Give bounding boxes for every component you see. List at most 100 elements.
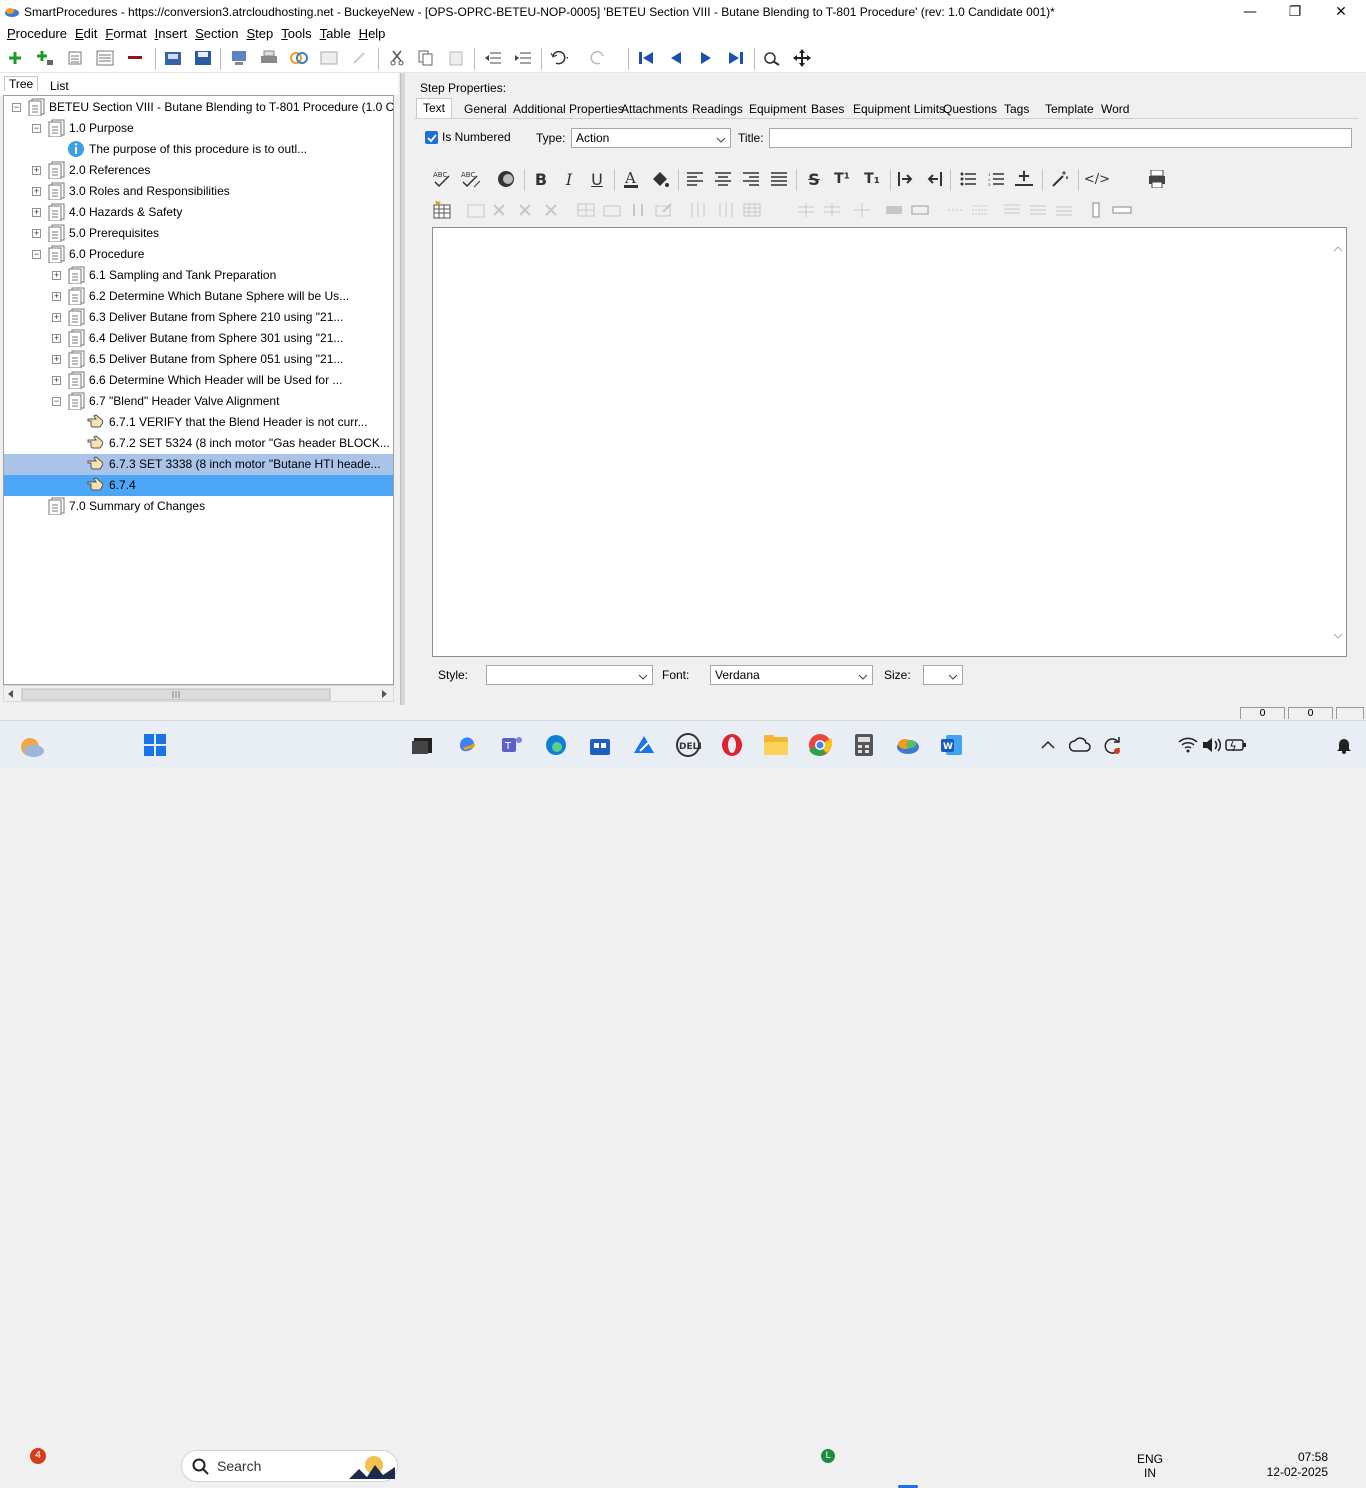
language-indicator[interactable]: ENG IN <box>1136 1452 1164 1480</box>
tree-node[interactable]: +3.0 Roles and Responsibilities <box>4 181 393 202</box>
insert-column-left-disabled-icon[interactable] <box>688 200 708 220</box>
highlight-icon[interactable] <box>495 168 517 190</box>
align-right-icon[interactable] <box>740 168 762 190</box>
minimize-button[interactable]: — <box>1227 0 1273 23</box>
store-icon[interactable] <box>586 731 614 759</box>
tab-questions[interactable]: Questions <box>943 102 997 116</box>
tree-node[interactable]: +6.3 Deliver Butane from Sphere 210 usin… <box>4 307 393 328</box>
tab-template[interactable]: Template <box>1045 102 1094 116</box>
insert-break-icon[interactable] <box>1013 168 1035 190</box>
indent-icon[interactable] <box>514 50 532 66</box>
superscript-button[interactable]: T¹ <box>831 168 853 190</box>
undo-icon[interactable] <box>550 50 568 66</box>
redo-icon[interactable] <box>588 50 606 66</box>
taskbar-search-box[interactable]: Search <box>181 1450 398 1482</box>
chrome-icon[interactable] <box>806 731 834 759</box>
tree-node[interactable]: − 6.7 "Blend" Header Valve Alignment <box>4 391 393 412</box>
align-left-icon[interactable] <box>684 168 706 190</box>
paste-icon[interactable] <box>447 50 465 66</box>
restore-button[interactable]: ❐ <box>1272 0 1318 23</box>
tree-node[interactable]: − BETEU Section VIII - Butane Blending to… <box>4 97 393 118</box>
battery-icon[interactable] <box>1222 731 1250 759</box>
cell-props-disabled-icon[interactable] <box>576 200 596 220</box>
menu-help[interactable]: Help <box>355 26 390 41</box>
edit-cell-disabled-icon[interactable] <box>654 200 674 220</box>
tree-node[interactable]: +2.0 References <box>4 160 393 181</box>
cell-align-middle-disabled-icon[interactable] <box>1028 200 1048 220</box>
publish-icon[interactable] <box>230 50 248 66</box>
teams-icon[interactable]: T <box>498 731 526 759</box>
tab-attachments[interactable]: Attachments <box>621 102 688 116</box>
fill-color-icon[interactable] <box>649 168 671 190</box>
outline-icon[interactable] <box>96 50 114 66</box>
table-props-disabled-icon[interactable] <box>466 200 486 220</box>
tree-node[interactable]: The purpose of this procedure is to outl… <box>4 139 393 160</box>
outdent-icon[interactable] <box>484 50 502 66</box>
tree-node[interactable]: 6.7.2 SET 5324 (8 inch motor "Gas header… <box>4 433 393 454</box>
weather-icon[interactable] <box>18 731 46 759</box>
cut-icon[interactable] <box>388 50 406 66</box>
show-hidden-icons-chevron-icon[interactable] <box>1034 731 1062 759</box>
increase-indent-icon[interactable] <box>895 168 917 190</box>
type-select[interactable]: Action <box>571 128 731 148</box>
notification-bell-icon[interactable] <box>1330 731 1358 759</box>
magic-wand-icon[interactable] <box>1049 168 1071 190</box>
tab-tree[interactable]: Tree <box>4 76 39 91</box>
spellcheck-icon[interactable]: ABC <box>432 168 454 190</box>
tab-additional-properties[interactable]: Additional Properties <box>513 102 624 116</box>
procedure-tree[interactable]: − BETEU Section VIII - Butane Blending to… <box>3 95 394 685</box>
menu-section[interactable]: Section <box>191 26 242 41</box>
expand-icon[interactable]: + <box>32 166 41 175</box>
cell-align-top-disabled-icon[interactable] <box>1002 200 1022 220</box>
strikethrough-button[interactable]: S <box>803 168 825 190</box>
align-center-icon[interactable] <box>712 168 734 190</box>
justify-icon[interactable] <box>768 168 790 190</box>
last-step-icon[interactable] <box>727 50 745 66</box>
copilot-icon[interactable] <box>454 731 482 759</box>
editor-vertical-scrollbar[interactable] <box>1330 228 1346 656</box>
word-icon[interactable]: W <box>938 731 966 759</box>
move-icon[interactable] <box>793 49 811 67</box>
tab-list[interactable]: List <box>50 79 69 93</box>
tab-tags[interactable]: Tags <box>1004 102 1029 116</box>
menu-procedure[interactable]: Procedure <box>3 26 71 41</box>
collapse-icon[interactable]: − <box>52 397 61 406</box>
expand-icon[interactable]: + <box>52 313 61 322</box>
numbered-list-icon[interactable]: 123 <box>985 168 1007 190</box>
insert-table-icon[interactable] <box>432 200 452 220</box>
link-icon[interactable] <box>290 50 308 66</box>
is-numbered-checkbox[interactable] <box>425 131 438 144</box>
expand-icon[interactable]: + <box>32 208 41 217</box>
expand-icon[interactable]: + <box>52 292 61 301</box>
calculator-icon[interactable] <box>850 731 878 759</box>
find-icon[interactable] <box>763 50 781 66</box>
spellcheck-auto-icon[interactable]: ABC <box>460 168 482 190</box>
insert-row-above-disabled-icon[interactable] <box>796 200 816 220</box>
tree-node[interactable]: +6.2 Determine Which Butane Sphere will … <box>4 286 393 307</box>
insert-row-below-disabled-icon[interactable] <box>822 200 842 220</box>
split-cells-disabled-icon[interactable] <box>910 200 930 220</box>
print-preview-icon[interactable] <box>1146 168 1168 190</box>
expand-icon[interactable]: + <box>52 355 61 364</box>
expand-icon[interactable]: + <box>32 187 41 196</box>
style-select[interactable] <box>486 665 653 685</box>
italic-button[interactable]: I <box>558 168 580 190</box>
menu-format[interactable]: Format <box>101 26 150 41</box>
edge-icon[interactable] <box>542 731 570 759</box>
collapse-icon[interactable]: − <box>32 124 41 133</box>
tree-node[interactable]: +6.6 Determine Which Header will be Used… <box>4 370 393 391</box>
table-borders-disabled-icon[interactable] <box>946 200 966 220</box>
column-width-disabled-icon[interactable] <box>628 200 648 220</box>
expand-icon[interactable]: + <box>32 229 41 238</box>
expand-icon[interactable]: + <box>52 271 61 280</box>
menu-edit[interactable]: Edit <box>71 26 101 41</box>
tree-node[interactable]: +6.1 Sampling and Tank Preparation <box>4 265 393 286</box>
tree-node[interactable]: +6.4 Deliver Butane from Sphere 301 usin… <box>4 328 393 349</box>
tree-horizontal-scrollbar[interactable] <box>3 685 394 702</box>
font-select[interactable]: Verdana <box>710 665 873 685</box>
size-select[interactable] <box>923 665 963 685</box>
insert-column-right-disabled-icon[interactable] <box>716 200 736 220</box>
insert-row-disabled-icon[interactable] <box>742 200 762 220</box>
indent-list-icon[interactable] <box>66 50 84 66</box>
refresh-icon[interactable] <box>1098 731 1126 759</box>
